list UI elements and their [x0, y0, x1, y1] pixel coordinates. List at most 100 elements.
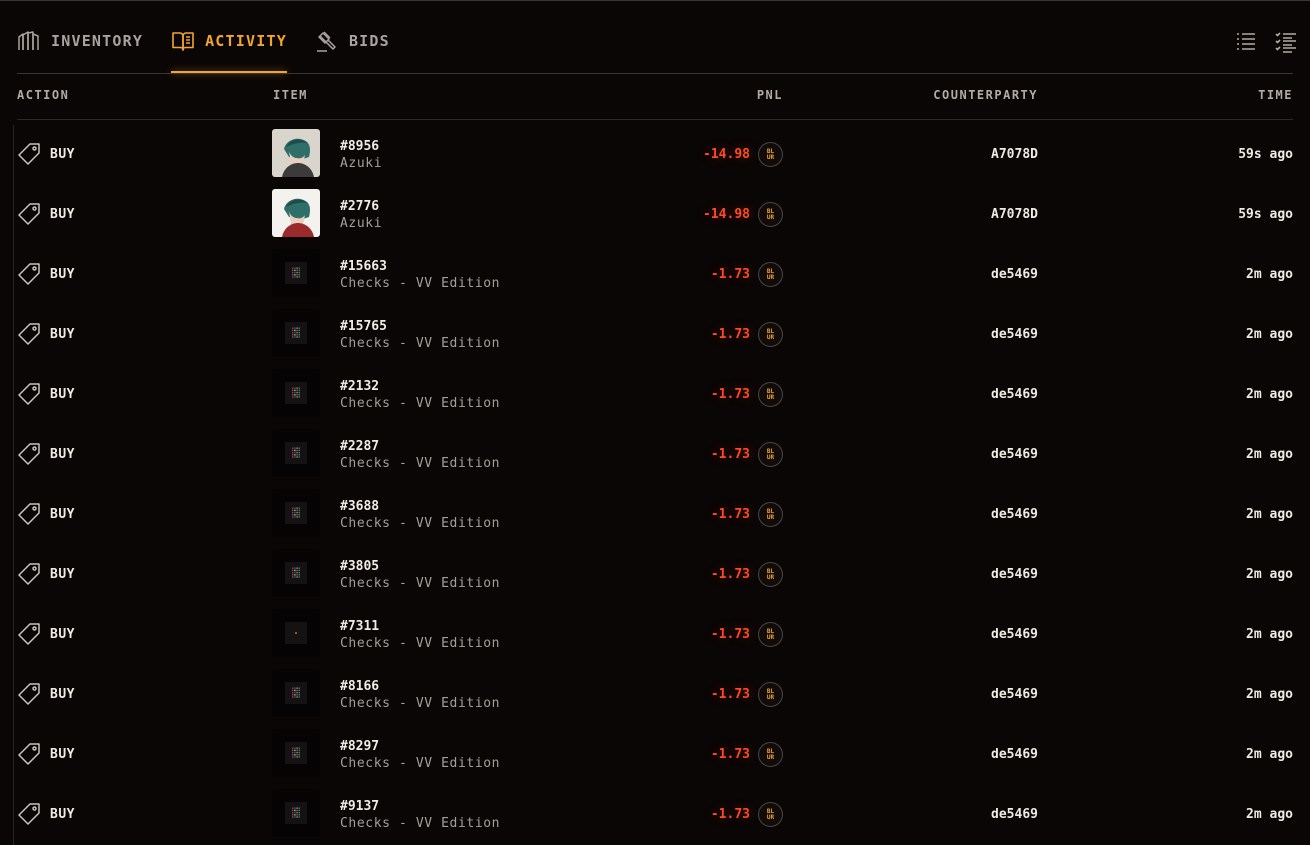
table-row[interactable]: BUY #9137 Checks - VV Edition -1.73 BL UR de54… — [17, 785, 1293, 845]
table-row[interactable]: BUY #8166 Checks - VV Edition -1.73 BL UR de54… — [17, 665, 1293, 725]
table-header: ACTION ITEM PNL COUNTERPARTY TIME — [17, 88, 1293, 104]
blur-coin-icon: BL UR — [758, 682, 783, 707]
item-name[interactable]: #8297 Checks - VV Edition — [340, 738, 500, 772]
counterparty-link[interactable]: de5469 — [991, 687, 1038, 702]
item-thumbnail[interactable] — [272, 129, 320, 177]
pnl-value: -1.73 — [710, 807, 750, 822]
tab-inventory[interactable]: INVENTORY — [17, 26, 143, 56]
tab-activity-label: ACTIVITY — [205, 32, 287, 50]
time-ago: 2m ago — [1246, 567, 1293, 582]
action-cell: BUY — [17, 322, 75, 346]
table-row[interactable]: BUY #2287 Checks - VV Edition -1.73 BL UR de54… — [17, 425, 1293, 485]
item-id: #8297 — [340, 739, 380, 754]
checklist-view-icon[interactable] — [1274, 30, 1298, 54]
table-row[interactable]: BUY #8297 Checks - VV Edition -1.73 BL UR de54… — [17, 725, 1293, 785]
item-name[interactable]: #3688 Checks - VV Edition — [340, 498, 500, 532]
action-label: BUY — [50, 146, 75, 162]
blur-coin-icon: BL UR — [758, 142, 783, 167]
counterparty-link[interactable]: de5469 — [991, 807, 1038, 822]
item-thumbnail[interactable] — [272, 249, 320, 297]
item-thumbnail[interactable] — [272, 789, 320, 837]
time-ago: 2m ago — [1246, 627, 1293, 642]
tab-activity[interactable]: ACTIVITY — [171, 26, 287, 73]
timeline-line — [13, 125, 14, 845]
table-row[interactable]: BUY #3805 Checks - VV Edition -1.73 BL UR de54… — [17, 545, 1293, 605]
item-name[interactable]: #3805 Checks - VV Edition — [340, 558, 500, 592]
pnl-value: -1.73 — [710, 327, 750, 342]
tag-icon — [17, 382, 41, 406]
item-id: #9137 — [340, 799, 380, 814]
counterparty-link[interactable]: de5469 — [991, 267, 1038, 282]
action-label: BUY — [50, 566, 75, 582]
pnl-value: -1.73 — [710, 447, 750, 462]
pnl-cell: -1.73 BL UR — [711, 442, 783, 467]
list-view-icon[interactable] — [1234, 30, 1258, 54]
table-row[interactable]: BUY #2776 Azuki -14.98 BL UR A7078D 59s ago — [17, 185, 1293, 245]
tab-bids[interactable]: BIDS — [315, 26, 390, 56]
action-label: BUY — [50, 326, 75, 342]
coin-text-bottom: UR — [766, 393, 775, 401]
blur-coin-icon: BL UR — [758, 442, 783, 467]
counterparty-link[interactable]: de5469 — [991, 567, 1038, 582]
table-row[interactable]: BUY #15765 Checks - VV Edition -1.73 BL UR de5… — [17, 305, 1293, 365]
pnl-value: -14.98 — [703, 147, 750, 162]
item-thumbnail[interactable] — [272, 189, 320, 237]
pnl-value: -1.73 — [710, 567, 750, 582]
pnl-cell: -1.73 BL UR — [711, 322, 783, 347]
action-label: BUY — [50, 206, 75, 222]
pnl-cell: -1.73 BL UR — [711, 622, 783, 647]
counterparty-link[interactable]: de5469 — [991, 507, 1038, 522]
item-thumbnail[interactable] — [272, 609, 320, 657]
pnl-cell: -1.73 BL UR — [711, 802, 783, 827]
action-label: BUY — [50, 386, 75, 402]
item-name[interactable]: #2776 Azuki — [340, 198, 382, 232]
item-thumbnail[interactable] — [272, 549, 320, 597]
tag-icon — [17, 802, 41, 826]
item-name[interactable]: #9137 Checks - VV Edition — [340, 798, 500, 832]
item-name[interactable]: #8166 Checks - VV Edition — [340, 678, 500, 712]
item-name[interactable]: #15663 Checks - VV Edition — [340, 258, 500, 292]
item-thumbnail[interactable] — [272, 369, 320, 417]
blur-coin-icon: BL UR — [758, 502, 783, 527]
action-cell: BUY — [17, 262, 75, 286]
action-cell: BUY — [17, 682, 75, 706]
pnl-cell: -1.73 BL UR — [711, 682, 783, 707]
column-header-counterparty: COUNTERPARTY — [933, 88, 1038, 102]
counterparty-link[interactable]: de5469 — [991, 447, 1038, 462]
item-collection: Checks - VV Edition — [340, 276, 501, 291]
item-thumbnail[interactable] — [272, 669, 320, 717]
item-thumbnail[interactable] — [272, 489, 320, 537]
item-name[interactable]: #8956 Azuki — [340, 138, 382, 172]
table-row[interactable]: BUY #8956 Azuki -14.98 BL UR A7078D 59s ago — [17, 125, 1293, 185]
counterparty-link[interactable]: de5469 — [991, 627, 1038, 642]
tag-icon — [17, 322, 41, 346]
item-id: #3688 — [340, 499, 380, 514]
time-ago: 2m ago — [1246, 267, 1293, 282]
action-label: BUY — [50, 266, 75, 282]
table-row[interactable]: BUY #15663 Checks - VV Edition -1.73 BL UR de5… — [17, 245, 1293, 305]
counterparty-link[interactable]: A7078D — [991, 207, 1038, 222]
blur-coin-icon: BL UR — [758, 802, 783, 827]
counterparty-link[interactable]: de5469 — [991, 387, 1038, 402]
blur-coin-icon: BL UR — [758, 322, 783, 347]
item-collection: Checks - VV Edition — [340, 396, 501, 411]
item-name[interactable]: #7311 Checks - VV Edition — [340, 618, 500, 652]
item-thumbnail[interactable] — [272, 729, 320, 777]
pnl-cell: -14.98 BL UR — [703, 202, 783, 227]
table-row[interactable]: BUY #2132 Checks - VV Edition -1.73 BL UR de54… — [17, 365, 1293, 425]
counterparty-link[interactable]: A7078D — [991, 147, 1038, 162]
item-thumbnail[interactable] — [272, 309, 320, 357]
coin-text-bottom: UR — [766, 633, 775, 641]
item-name[interactable]: #15765 Checks - VV Edition — [340, 318, 500, 352]
item-name[interactable]: #2132 Checks - VV Edition — [340, 378, 500, 412]
pnl-value: -1.73 — [710, 627, 750, 642]
item-name[interactable]: #2287 Checks - VV Edition — [340, 438, 500, 472]
table-row[interactable]: BUY #3688 Checks - VV Edition -1.73 BL UR de54… — [17, 485, 1293, 545]
counterparty-link[interactable]: de5469 — [991, 327, 1038, 342]
pnl-cell: -14.98 BL UR — [703, 142, 783, 167]
table-row[interactable]: BUY #7311 Checks - VV Edition -1.73 BL UR de54… — [17, 605, 1293, 665]
action-cell: BUY — [17, 202, 75, 226]
item-collection: Checks - VV Edition — [340, 756, 501, 771]
counterparty-link[interactable]: de5469 — [991, 747, 1038, 762]
item-thumbnail[interactable] — [272, 429, 320, 477]
